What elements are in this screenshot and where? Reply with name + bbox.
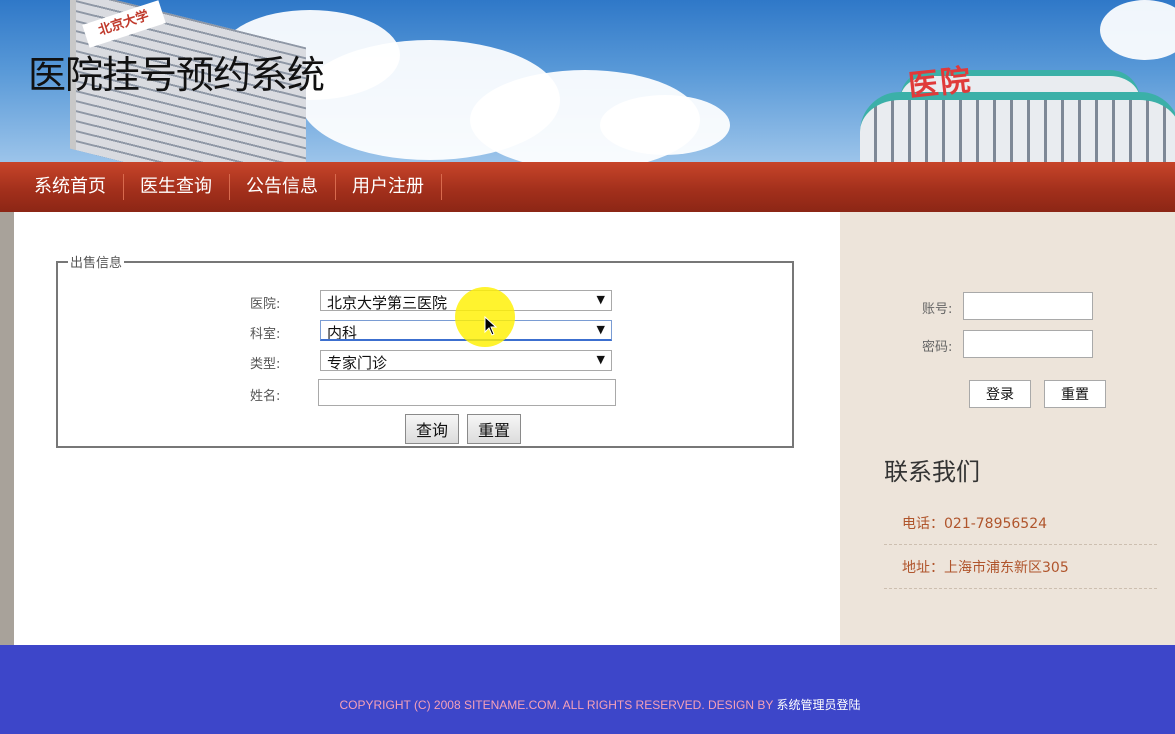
department-select[interactable]: 内科 ▼ [320, 320, 612, 341]
type-select-value: 专家门诊 [327, 354, 388, 371]
cloud-graphic [600, 95, 730, 155]
building-right-image [860, 92, 1175, 162]
footer: COPYRIGHT (C) 2008 SITENAME.COM. ALL RIG… [0, 645, 1175, 734]
account-input[interactable] [963, 292, 1093, 320]
search-fieldset: 出售信息 医院: 北京大学第三医院 ▼ 科室: 内科 ▼ 类型: 专家门诊 ▼ … [56, 252, 794, 448]
password-label: 密码: [922, 340, 953, 355]
type-label: 类型: [250, 357, 281, 372]
header-banner: 北京大学 医院 医院挂号预约系统 [0, 0, 1175, 162]
left-edge-strip [0, 212, 14, 645]
name-input[interactable] [318, 379, 616, 406]
cloud-graphic [1100, 0, 1175, 60]
chevron-down-icon: ▼ [596, 323, 605, 336]
copyright-text: COPYRIGHT (C) 2008 SITENAME.COM. ALL RIG… [339, 698, 777, 712]
hospital-row: 医院: 北京大学第三医院 ▼ [58, 290, 792, 314]
nav-item-register[interactable]: 用户注册 [336, 174, 442, 200]
sidebar: 账号: 密码: 登录 重置 联系我们 电话：021-78956524 地址：上海… [840, 212, 1175, 645]
hospital-label: 医院: [250, 297, 281, 312]
chevron-down-icon: ▼ [596, 293, 605, 306]
nav-item-announcements[interactable]: 公告信息 [230, 174, 336, 200]
contact-title: 联系我们 [884, 458, 980, 486]
footer-copyright: COPYRIGHT (C) 2008 SITENAME.COM. ALL RIG… [0, 696, 1175, 713]
main-content: 出售信息 医院: 北京大学第三医院 ▼ 科室: 内科 ▼ 类型: 专家门诊 ▼ … [14, 212, 840, 645]
search-button[interactable]: 查询 [405, 414, 459, 444]
department-row: 科室: 内科 ▼ [58, 320, 792, 344]
password-input[interactable] [963, 330, 1093, 358]
site-title: 医院挂号预约系统 [28, 53, 325, 97]
main-nav: 系统首页 医生查询 公告信息 用户注册 [0, 162, 1175, 212]
account-label: 账号: [922, 302, 953, 317]
admin-login-link[interactable]: 系统管理员登陆 [776, 698, 860, 712]
reset-button[interactable]: 重置 [467, 414, 521, 444]
department-select-value: 内科 [327, 324, 358, 341]
search-legend: 出售信息 [70, 256, 123, 271]
hospital-select-value: 北京大学第三医院 [327, 294, 448, 311]
login-reset-button[interactable]: 重置 [1044, 380, 1106, 408]
type-row: 类型: 专家门诊 ▼ [58, 350, 792, 374]
type-select[interactable]: 专家门诊 ▼ [320, 350, 612, 371]
nav-item-home[interactable]: 系统首页 [18, 174, 124, 200]
hospital-select[interactable]: 北京大学第三医院 ▼ [320, 290, 612, 311]
contact-phone: 电话：021-78956524 [884, 502, 1157, 545]
login-button[interactable]: 登录 [969, 380, 1031, 408]
contact-address: 地址：上海市浦东新区305 [884, 546, 1157, 589]
hospital-sign: 医院 [906, 62, 975, 105]
name-label: 姓名: [250, 389, 281, 404]
chevron-down-icon: ▼ [596, 353, 605, 366]
page: 北京大学 医院 医院挂号预约系统 系统首页 医生查询 公告信息 用户注册 出售信… [0, 0, 1175, 734]
nav-item-doctor-search[interactable]: 医生查询 [124, 174, 230, 200]
department-label: 科室: [250, 327, 281, 342]
name-row: 姓名: [58, 379, 792, 406]
